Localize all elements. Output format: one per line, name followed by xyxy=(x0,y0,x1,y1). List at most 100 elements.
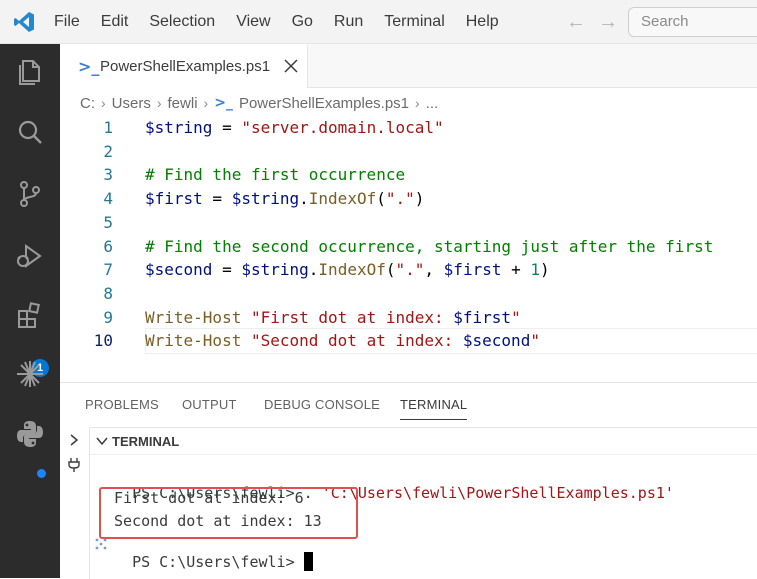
code-token: = xyxy=(202,189,232,209)
code-line[interactable]: 5 xyxy=(60,211,757,235)
menu-view[interactable]: View xyxy=(236,13,270,31)
code-token: "server.domain.local" xyxy=(241,118,444,137)
menu-run[interactable]: Run xyxy=(334,13,363,31)
chevron-right-icon: › xyxy=(415,95,420,111)
command-decoration-icon[interactable] xyxy=(94,537,108,551)
code-token: $first xyxy=(145,189,203,209)
tab-problems[interactable]: PROBLEMS xyxy=(85,397,159,412)
code-token: $second xyxy=(462,331,531,351)
breadcrumb-file[interactable]: PowerShellExamples.ps1 xyxy=(239,95,409,112)
tab-label: PowerShellExamples.ps1 xyxy=(100,58,271,75)
terminal-prompt: PS C:\Users\fewli> xyxy=(132,553,304,571)
search-icon[interactable] xyxy=(14,117,46,149)
terminal-input-line[interactable]: PS C:\Users\fewli> xyxy=(114,534,313,571)
forward-arrow-icon[interactable]: → xyxy=(598,11,618,34)
code-token: , xyxy=(424,260,444,280)
breadcrumb-drive[interactable]: C: xyxy=(80,95,95,112)
search-placeholder: Search xyxy=(641,13,689,30)
code-token: = xyxy=(212,118,242,137)
code-token: IndexOf xyxy=(318,260,386,280)
code-text: $string = "server.domain.local" xyxy=(145,116,444,140)
line-number: 5 xyxy=(103,212,113,232)
menu-help[interactable]: Help xyxy=(466,13,499,31)
code-text: Write-Host "First dot at index: $first" xyxy=(145,306,521,330)
code-token: . xyxy=(308,260,319,280)
chevron-right-icon[interactable] xyxy=(68,433,80,447)
code-token: + xyxy=(501,260,531,280)
menu-edit[interactable]: Edit xyxy=(101,13,129,31)
chevron-right-icon: › xyxy=(156,95,162,111)
copilot-sparkle-icon[interactable] xyxy=(14,358,46,390)
code-line[interactable]: 4 $first = $string.IndexOf(".") xyxy=(60,187,757,211)
code-token: "First dot at index: xyxy=(250,307,454,327)
code-text: $first = $string.IndexOf(".") xyxy=(145,187,424,211)
explorer-icon[interactable] xyxy=(14,56,46,88)
code-line[interactable]: 9 Write-Host "First dot at index: $first" xyxy=(60,306,757,330)
breadcrumb-users[interactable]: Users xyxy=(112,95,151,112)
menu-file[interactable]: File xyxy=(54,13,80,31)
terminal-section-title: TERMINAL xyxy=(112,434,180,449)
code-token: $string xyxy=(145,118,213,137)
code-text: Write-Host "Second dot at index: $second… xyxy=(145,329,540,353)
code-token: $second xyxy=(145,260,213,280)
editor-tabs: >_ PowerShellExamples.ps1 xyxy=(60,44,757,88)
tab-terminal[interactable]: TERMINAL xyxy=(400,397,468,420)
chevron-down-icon xyxy=(96,437,108,446)
menu-go[interactable]: Go xyxy=(292,13,313,31)
code-token: "." xyxy=(385,189,415,209)
line-number: 6 xyxy=(103,236,113,256)
command-success-dot-icon[interactable] xyxy=(37,469,46,478)
code-line[interactable]: 8 xyxy=(60,282,757,306)
highlight-box xyxy=(99,487,358,539)
terminal-section-header[interactable]: TERMINAL xyxy=(90,427,757,455)
code-editor[interactable]: 1 $string = "server.domain.local" 2 3 # Find… xyxy=(60,114,757,364)
code-token: " xyxy=(530,331,540,351)
code-line[interactable]: 10 Write-Host "Second dot at index: $seco… xyxy=(60,328,757,355)
breadcrumb: C: › Users › fewli › >_ PowerShellExampl… xyxy=(80,92,438,114)
close-icon[interactable] xyxy=(283,58,299,74)
code-token: "Second dot at index: xyxy=(250,331,463,351)
code-token: ) xyxy=(414,189,425,209)
tab-debug-console[interactable]: DEBUG CONSOLE xyxy=(264,397,380,412)
run-debug-icon[interactable] xyxy=(14,240,46,272)
vscode-logo-icon[interactable] xyxy=(12,10,36,34)
line-number: 7 xyxy=(103,260,113,280)
tab-powershell-examples[interactable]: >_ PowerShellExamples.ps1 xyxy=(60,44,308,88)
tab-output[interactable]: OUTPUT xyxy=(182,397,237,412)
code-token: ( xyxy=(376,189,386,209)
code-line[interactable]: 7 $second = $string.IndexOf(".", $first +… xyxy=(60,258,757,282)
line-number: 2 xyxy=(103,141,113,161)
source-control-icon[interactable] xyxy=(14,178,46,210)
code-line[interactable]: 1 $string = "server.domain.local" xyxy=(60,116,757,140)
line-number: 1 xyxy=(103,118,113,137)
terminal-cursor xyxy=(303,552,313,571)
menu-selection[interactable]: Selection xyxy=(149,13,215,31)
python-icon[interactable] xyxy=(14,418,46,450)
code-token: . xyxy=(299,189,309,209)
extensions-icon[interactable] xyxy=(14,300,46,332)
command-center-search[interactable]: Search xyxy=(628,7,757,37)
code-line[interactable]: 6 # Find the second occurrence, starting … xyxy=(60,235,757,259)
powershell-file-icon: >_ xyxy=(78,57,100,76)
code-token: " xyxy=(511,307,521,327)
code-token: $string xyxy=(241,260,309,280)
breadcrumb-symbols[interactable]: ... xyxy=(426,95,439,112)
code-token: IndexOf xyxy=(308,189,377,209)
code-token: 1 xyxy=(530,260,541,280)
code-token: Write-Host xyxy=(145,331,242,351)
breadcrumb-fewli[interactable]: fewli xyxy=(168,95,198,112)
terminal-command-path: 'C:\Users\fewli\PowerShellExamples.ps1' xyxy=(321,484,674,502)
plug-icon[interactable] xyxy=(67,457,81,473)
code-token: # Find the first occurrence xyxy=(145,165,406,185)
powershell-file-icon: >_ xyxy=(214,95,233,111)
code-token: $first xyxy=(453,307,512,327)
code-line[interactable]: 2 xyxy=(60,140,757,164)
line-number: 8 xyxy=(103,283,113,303)
chevron-right-icon: › xyxy=(101,95,106,111)
code-line[interactable]: 3 # Find the first occurrence xyxy=(60,163,757,187)
menu-terminal[interactable]: Terminal xyxy=(384,13,444,31)
back-arrow-icon[interactable]: ← xyxy=(566,11,586,34)
code-text: # Find the second occurrence, starting j… xyxy=(145,235,713,259)
